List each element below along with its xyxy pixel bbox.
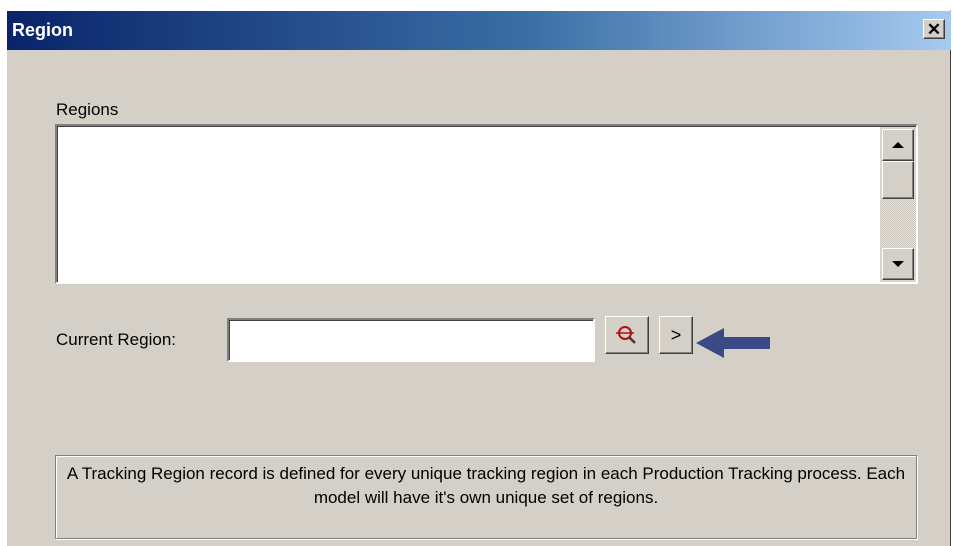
scroll-down-button[interactable]: [882, 248, 914, 280]
scroll-up-button[interactable]: [882, 129, 914, 161]
close-button[interactable]: ✕: [923, 19, 945, 39]
regions-scrollbar[interactable]: [880, 127, 916, 282]
lookup-button[interactable]: [605, 316, 649, 354]
info-text: A Tracking Region record is defined for …: [66, 464, 906, 507]
arrow-down-icon: [892, 261, 904, 267]
next-label: >: [670, 324, 682, 345]
arrow-up-icon: [892, 142, 904, 148]
search-icon: [616, 326, 636, 344]
close-icon: ✕: [926, 19, 942, 39]
scroll-thumb[interactable]: [882, 161, 914, 199]
current-region-label: Current Region:: [56, 330, 177, 349]
regions-listbox[interactable]: [55, 124, 918, 284]
arrow-left-icon: [696, 328, 770, 358]
regions-label: Regions: [56, 100, 119, 119]
title-bar[interactable]: Region ✕: [7, 11, 951, 50]
info-box: A Tracking Region record is defined for …: [55, 455, 917, 539]
next-button[interactable]: >: [659, 316, 693, 354]
current-region-input[interactable]: [227, 318, 595, 362]
window-title: Region: [12, 20, 73, 40]
